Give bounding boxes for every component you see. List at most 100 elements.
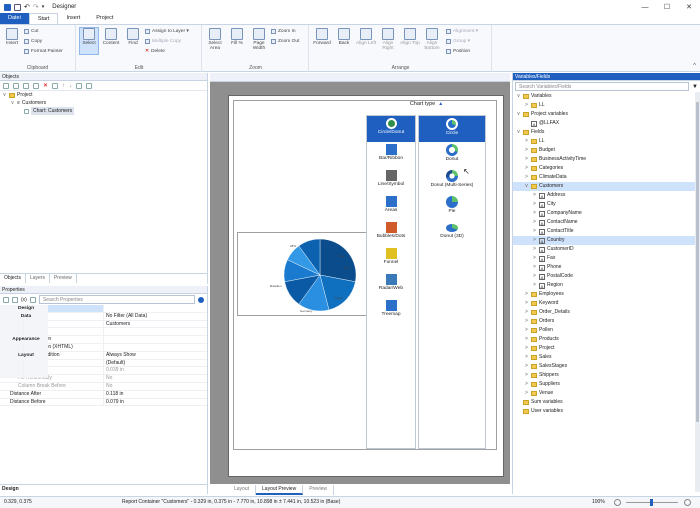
formula-icon[interactable]: (x)	[21, 297, 27, 303]
tab-datei[interactable]: Datei	[0, 13, 29, 24]
properties-object-icon[interactable]	[52, 82, 59, 89]
chevron-right-icon[interactable]: >	[524, 290, 529, 299]
chevron-right-icon[interactable]: >	[532, 281, 537, 290]
variable-tree-item[interactable]: v Project variables	[513, 110, 700, 119]
property-value[interactable]: Customers	[103, 320, 207, 328]
chart-category-item[interactable]: Bubbles/Dots	[367, 220, 415, 246]
insert-button[interactable]: Insert	[2, 28, 22, 46]
align-left-button[interactable]: Align Left	[356, 28, 376, 46]
chevron-right-icon[interactable]: >	[524, 155, 529, 164]
save-icon[interactable]	[14, 3, 21, 11]
property-row[interactable]: Distance After 0.118 in	[0, 390, 207, 399]
properties-search-input[interactable]: Search Properties	[38, 295, 195, 304]
chevron-right-icon[interactable]: >	[524, 362, 529, 371]
back-button[interactable]: Back	[334, 28, 354, 46]
group-button[interactable]: Group ▾	[446, 39, 470, 44]
chart-category-item[interactable]: Line/Symbol	[367, 168, 415, 194]
chevron-down-icon[interactable]: v	[516, 92, 521, 101]
chevron-right-icon[interactable]: >	[524, 317, 529, 326]
variables-search-input[interactable]: Search Variables/Fields	[515, 82, 690, 91]
chevron-right-icon[interactable]: >	[532, 245, 537, 254]
variable-tree-item[interactable]: > Shippers	[513, 371, 700, 380]
property-value[interactable]: Always Show	[103, 351, 207, 359]
select-area-button[interactable]: Select Area	[205, 28, 225, 51]
chart-category-item[interactable]: Radar/Web	[367, 272, 415, 298]
chevron-right-icon[interactable]: >	[532, 236, 537, 245]
property-value[interactable]: 0.118 in	[103, 390, 207, 398]
info-icon[interactable]	[198, 296, 204, 303]
close-button[interactable]: ✕	[678, 0, 700, 14]
undo-icon[interactable]: ↶	[24, 3, 30, 11]
variable-tree-item[interactable]: > Sales	[513, 353, 700, 362]
variable-tree-item[interactable]: > Products	[513, 335, 700, 344]
variable-tree-item[interactable]: > A City	[513, 200, 700, 209]
zoom-in-circle-icon[interactable]	[684, 499, 691, 506]
variable-tree-item[interactable]: > A ContactName	[513, 218, 700, 227]
variables-scroll-thumb[interactable]	[696, 102, 699, 422]
variable-tree-item[interactable]: > A CompanyName	[513, 209, 700, 218]
collapse-ribbon-icon[interactable]: ^	[693, 63, 696, 69]
property-value[interactable]: (Default)	[103, 359, 207, 367]
tab-insert[interactable]: Insert	[58, 13, 88, 24]
zoom-out-circle-icon[interactable]	[614, 499, 621, 506]
variable-tree-item[interactable]: > Suppliers	[513, 380, 700, 389]
copy-object-icon[interactable]	[23, 82, 29, 89]
tab-objects[interactable]: Objects	[0, 274, 26, 283]
multiple-copy-button[interactable]: Multiple Copy	[145, 39, 181, 44]
variable-tree-item[interactable]: > Order_Details	[513, 308, 700, 317]
property-value[interactable]: No Filter (All Data)	[103, 312, 207, 320]
chevron-right-icon[interactable]: >	[532, 272, 537, 281]
chevron-right-icon[interactable]: >	[532, 263, 537, 272]
property-value[interactable]: 0.039 in	[103, 367, 207, 375]
chevron-right-icon[interactable]: >	[524, 371, 529, 380]
copy-button[interactable]: Copy	[24, 39, 42, 44]
sort-category-icon[interactable]	[3, 296, 9, 303]
variables-scrollbar[interactable]	[695, 92, 700, 492]
group-object-icon[interactable]	[86, 82, 93, 89]
property-row[interactable]: Layout	[0, 351, 48, 378]
assign-to-layer-button[interactable]: Assign to Layer ▾	[145, 29, 189, 34]
chevron-right-icon[interactable]: >	[524, 101, 529, 110]
tab-designer-preview[interactable]: Preview	[303, 485, 334, 495]
select-button[interactable]: Select	[79, 27, 99, 55]
chevron-right-icon[interactable]: >	[524, 326, 529, 335]
chevron-right-icon[interactable]: >	[532, 254, 537, 263]
zoom-in-button[interactable]: Zoom In	[271, 29, 296, 34]
cut-button[interactable]: Cut	[24, 29, 38, 34]
chart-category-item[interactable]: Funnel	[367, 246, 415, 272]
property-value[interactable]: No	[103, 375, 207, 382]
new-object-icon[interactable]	[3, 82, 9, 89]
variable-tree-item[interactable]: Sum variables	[513, 398, 700, 407]
variable-tree-item[interactable]: v Customers	[513, 182, 700, 191]
chevron-right-icon[interactable]: >	[524, 344, 529, 353]
variable-tree-item[interactable]: v Fields	[513, 128, 700, 137]
chevron-right-icon[interactable]: >	[532, 191, 537, 200]
variable-tree-item[interactable]: > Project	[513, 344, 700, 353]
variable-tree-item[interactable]: > SalesStages	[513, 362, 700, 371]
variable-tree-item[interactable]: > Budget	[513, 146, 700, 155]
tab-layout[interactable]: Layout	[228, 485, 257, 495]
content-button[interactable]: Content	[101, 28, 121, 46]
chart-category-item[interactable]: Treemap	[367, 298, 415, 324]
chart-category-item[interactable]: Bar/Ribbon	[367, 142, 415, 168]
chevron-right-icon[interactable]: >	[524, 353, 529, 362]
tab-layers[interactable]: Layers	[26, 274, 50, 283]
variable-tree-item[interactable]: > LL	[513, 101, 700, 110]
variable-tree-item[interactable]: > A CustomerID	[513, 245, 700, 254]
paste-object-icon[interactable]	[33, 82, 39, 89]
variable-tree-item[interactable]: > LL	[513, 137, 700, 146]
forward-button[interactable]: Forward	[312, 28, 332, 46]
chevron-right-icon[interactable]: >	[524, 146, 529, 155]
chevron-down-icon[interactable]: v	[516, 128, 521, 137]
chevron-right-icon[interactable]: >	[524, 173, 529, 182]
chevron-right-icon[interactable]: >	[524, 137, 529, 146]
chevron-right-icon[interactable]: >	[532, 227, 537, 236]
zoom-slider-thumb[interactable]	[650, 499, 653, 506]
qat-dropdown-icon[interactable]: ▾	[42, 4, 45, 10]
format-painter-button[interactable]: Format Painter	[24, 49, 63, 54]
variable-tree-item[interactable]: > A Address	[513, 191, 700, 200]
variable-tree-item[interactable]: > Employees	[513, 290, 700, 299]
tree-item-chart[interactable]: Chart: Customers	[2, 107, 207, 115]
variable-tree-item[interactable]: > A Fax	[513, 254, 700, 263]
chart-object[interactable]: 28% 18% Brasilien Germany France USA	[237, 232, 377, 316]
